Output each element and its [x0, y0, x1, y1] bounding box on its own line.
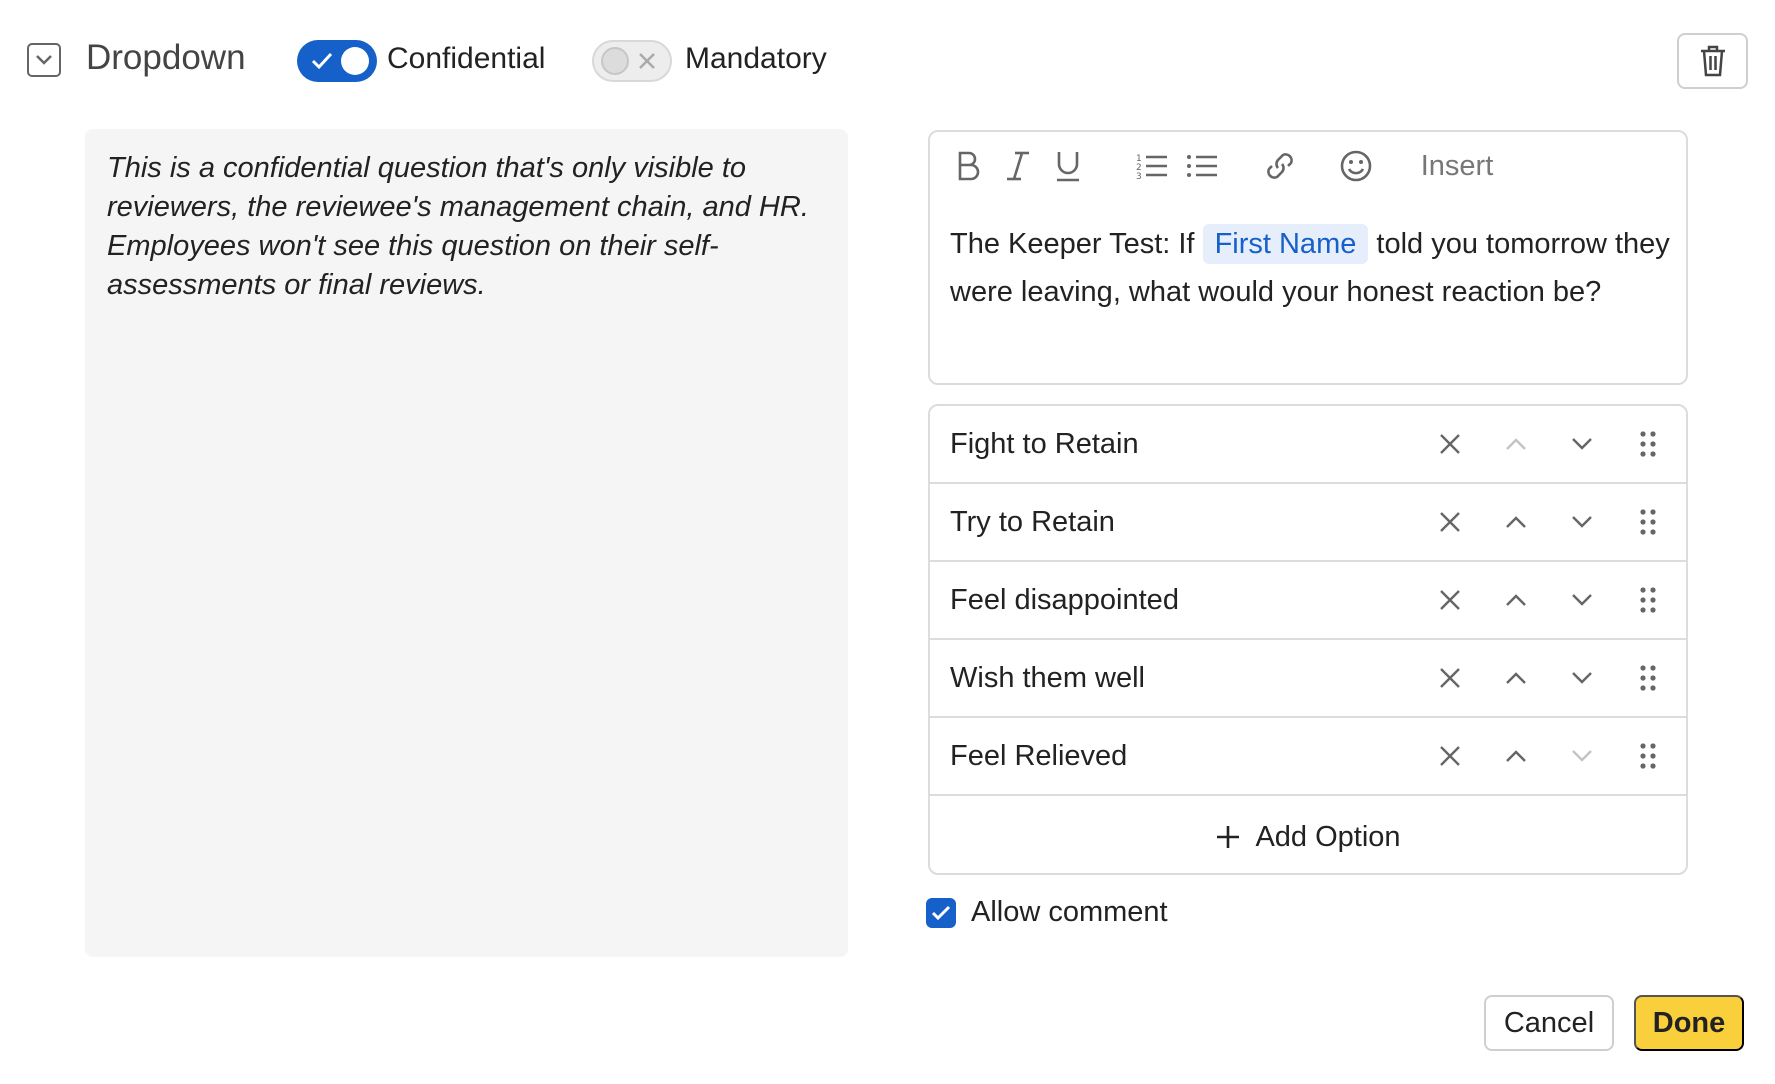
- toggle-knob: [601, 47, 629, 75]
- option-row[interactable]: Feel Relieved: [930, 718, 1686, 796]
- question-text[interactable]: The Keeper Test: If First Name told you …: [950, 220, 1670, 316]
- move-down-icon[interactable]: [1566, 584, 1598, 616]
- drag-handle-icon[interactable]: [1632, 662, 1664, 694]
- question-prefix: The Keeper Test: If: [950, 228, 1195, 260]
- cancel-button[interactable]: Cancel: [1484, 995, 1614, 1051]
- drag-handle-icon[interactable]: [1632, 740, 1664, 772]
- trash-icon: [1700, 45, 1725, 77]
- insert-menu-button[interactable]: Insert: [1412, 146, 1502, 186]
- delete-question-button[interactable]: [1677, 33, 1748, 89]
- remove-option-icon[interactable]: [1434, 428, 1466, 460]
- bold-icon[interactable]: [950, 146, 986, 186]
- confidential-toggle[interactable]: [297, 40, 377, 82]
- move-up-icon[interactable]: [1500, 740, 1532, 772]
- check-icon: [931, 905, 951, 921]
- move-down-icon[interactable]: [1566, 740, 1598, 772]
- option-row[interactable]: Fight to Retain: [930, 406, 1686, 484]
- drag-handle-icon[interactable]: [1632, 428, 1664, 460]
- first-name-placeholder-chip[interactable]: First Name: [1202, 224, 1369, 264]
- options-list: Fight to Retain Try to Retain Feel disap…: [928, 404, 1688, 875]
- add-option-button[interactable]: Add Option: [930, 798, 1686, 873]
- remove-option-icon[interactable]: [1434, 740, 1466, 772]
- plus-icon: [1217, 826, 1240, 848]
- confidential-label: Confidential: [387, 42, 546, 75]
- allow-comment-label[interactable]: Allow comment: [971, 896, 1168, 929]
- italic-icon[interactable]: [1000, 146, 1036, 186]
- toggle-knob: [341, 47, 369, 75]
- move-up-icon[interactable]: [1500, 584, 1532, 616]
- ordered-list-icon[interactable]: 123: [1134, 146, 1170, 186]
- move-up-icon[interactable]: [1500, 506, 1532, 538]
- option-label[interactable]: Fight to Retain: [950, 428, 1139, 461]
- option-row[interactable]: Feel disappointed: [930, 562, 1686, 640]
- underline-icon[interactable]: [1050, 146, 1086, 186]
- option-label[interactable]: Wish them well: [950, 662, 1145, 695]
- option-label[interactable]: Feel disappointed: [950, 584, 1179, 617]
- check-icon: [311, 52, 333, 70]
- question-type-label: Dropdown: [86, 38, 246, 77]
- emoji-icon[interactable]: [1336, 146, 1376, 186]
- mandatory-toggle[interactable]: [592, 40, 672, 82]
- confidential-note-text: This is a confidential question that's o…: [107, 152, 809, 301]
- editor-toolbar: 123 Insert: [950, 146, 1650, 186]
- link-icon[interactable]: [1260, 146, 1300, 186]
- move-up-icon[interactable]: [1500, 428, 1532, 460]
- remove-option-icon[interactable]: [1434, 584, 1466, 616]
- svg-text:3: 3: [1136, 172, 1142, 180]
- question-editor[interactable]: 123 Insert The Keeper Test: If First Nam…: [928, 130, 1688, 385]
- move-down-icon[interactable]: [1566, 428, 1598, 460]
- drag-handle-icon[interactable]: [1632, 584, 1664, 616]
- close-icon: [639, 53, 655, 69]
- done-button[interactable]: Done: [1634, 995, 1744, 1051]
- add-option-label: Add Option: [1255, 820, 1401, 853]
- remove-option-icon[interactable]: [1434, 662, 1466, 694]
- option-label[interactable]: Feel Relieved: [950, 740, 1127, 773]
- remove-option-icon[interactable]: [1434, 506, 1466, 538]
- move-down-icon[interactable]: [1566, 662, 1598, 694]
- bullet-list-icon[interactable]: [1184, 146, 1220, 186]
- option-label[interactable]: Try to Retain: [950, 506, 1115, 539]
- chevron-down-square-icon[interactable]: [27, 43, 61, 77]
- option-row[interactable]: Wish them well: [930, 640, 1686, 718]
- allow-comment-checkbox[interactable]: [926, 898, 956, 928]
- option-row[interactable]: Try to Retain: [930, 484, 1686, 562]
- mandatory-label: Mandatory: [685, 42, 827, 75]
- drag-handle-icon[interactable]: [1632, 506, 1664, 538]
- confidential-note-panel: This is a confidential question that's o…: [85, 129, 848, 957]
- move-down-icon[interactable]: [1566, 506, 1598, 538]
- move-up-icon[interactable]: [1500, 662, 1532, 694]
